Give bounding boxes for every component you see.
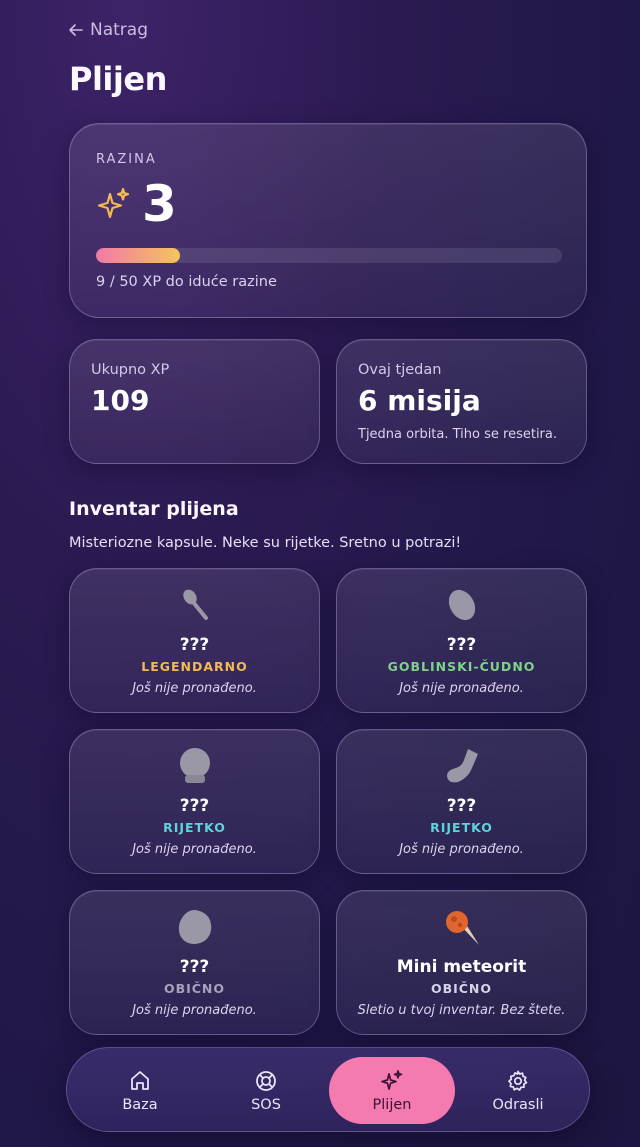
back-button[interactable]: Natrag (68, 18, 148, 42)
level-value: 3 (142, 175, 177, 233)
blob-icon (178, 910, 211, 944)
nav-item-plijen[interactable]: Plijen (329, 1057, 455, 1124)
item-description: Još nije pronađeno. (132, 681, 257, 696)
loot-item-card[interactable]: ??? RIJETKO Još nije pronađeno. (69, 729, 320, 874)
item-rarity: OBIČNO (430, 981, 493, 996)
xp-progress-fill (96, 248, 180, 263)
item-description: Još nije pronađeno. (399, 681, 524, 696)
nav-label: SOS (251, 1096, 281, 1113)
item-rarity: RIJETKO (430, 820, 493, 835)
loot-item-card[interactable]: ??? OBIČNO Još nije pronađeno. (69, 890, 320, 1035)
item-rarity: LEGENDARNO (141, 659, 248, 674)
nav-item-odrasli[interactable]: Odrasli (455, 1057, 581, 1124)
bean-icon (448, 589, 475, 621)
item-name: ??? (179, 635, 210, 655)
item-name: Mini meteorit (396, 957, 527, 977)
stat-value: 109 (91, 384, 150, 417)
item-name: ??? (446, 796, 477, 816)
inventory-title: Inventar plijena (69, 498, 239, 520)
inventory-subtitle: Misteriozne kapsule. Neke su rijetke. Sr… (69, 535, 462, 551)
arrow-left-icon (69, 24, 83, 36)
gear-icon (508, 1070, 528, 1091)
item-name: ??? (179, 796, 210, 816)
back-label: Natrag (90, 20, 148, 40)
item-name: ??? (179, 957, 210, 977)
loot-item-card[interactable]: ??? RIJETKO Još nije pronađeno. (336, 729, 587, 874)
stat-value: 6 misija (358, 384, 481, 417)
xp-progress-text: 9 / 50 XP do iduće razine (96, 274, 277, 290)
item-name: ??? (446, 635, 477, 655)
xp-progress-bar (96, 248, 562, 263)
sock-icon (446, 749, 478, 783)
stat-label: Ovaj tjedan (358, 362, 442, 378)
weekly-card: Ovaj tjedan 6 misija Tjedna orbita. Tiho… (336, 339, 587, 464)
loot-item-card[interactable]: ??? LEGENDARNO Još nije pronađeno. (69, 568, 320, 713)
level-card: RAZINA 3 9 / 50 XP do iduće razine (69, 123, 587, 318)
crystal-ball-icon (179, 748, 210, 783)
meteor-icon (445, 911, 479, 945)
nav-item-baza[interactable]: Baza (77, 1057, 203, 1124)
nav-label: Odrasli (492, 1096, 544, 1113)
stat-subtext: Tjedna orbita. Tiho se resetira. (358, 427, 557, 442)
lifebuoy-icon (256, 1070, 276, 1091)
spoon-icon (182, 589, 208, 620)
bottom-nav: Baza SOS Plijen Odrasli (66, 1047, 590, 1132)
nav-label: Plijen (372, 1096, 412, 1113)
home-icon (131, 1070, 149, 1090)
sparkles-icon (97, 187, 130, 219)
item-description: Sletio u tvoj inventar. Bez štete. (357, 1003, 566, 1018)
item-description: Još nije pronađeno. (132, 842, 257, 857)
item-rarity: OBIČNO (163, 981, 226, 996)
nav-label: Baza (122, 1096, 158, 1113)
nav-item-sos[interactable]: SOS (203, 1057, 329, 1124)
sparkles-icon (381, 1069, 403, 1090)
level-label: RAZINA (96, 152, 157, 167)
item-rarity: GOBLINSKI-ČUDNO (387, 659, 536, 674)
item-rarity: RIJETKO (163, 820, 226, 835)
page-title: Plijen (69, 60, 167, 98)
item-description: Još nije pronađeno. (132, 1003, 257, 1018)
stat-label: Ukupno XP (91, 362, 170, 378)
total-xp-card: Ukupno XP 109 (69, 339, 320, 464)
loot-item-card[interactable]: ??? GOBLINSKI-ČUDNO Još nije pronađeno. (336, 568, 587, 713)
item-description: Još nije pronađeno. (399, 842, 524, 857)
loot-item-card[interactable]: Mini meteorit OBIČNO Sletio u tvoj inven… (336, 890, 587, 1035)
